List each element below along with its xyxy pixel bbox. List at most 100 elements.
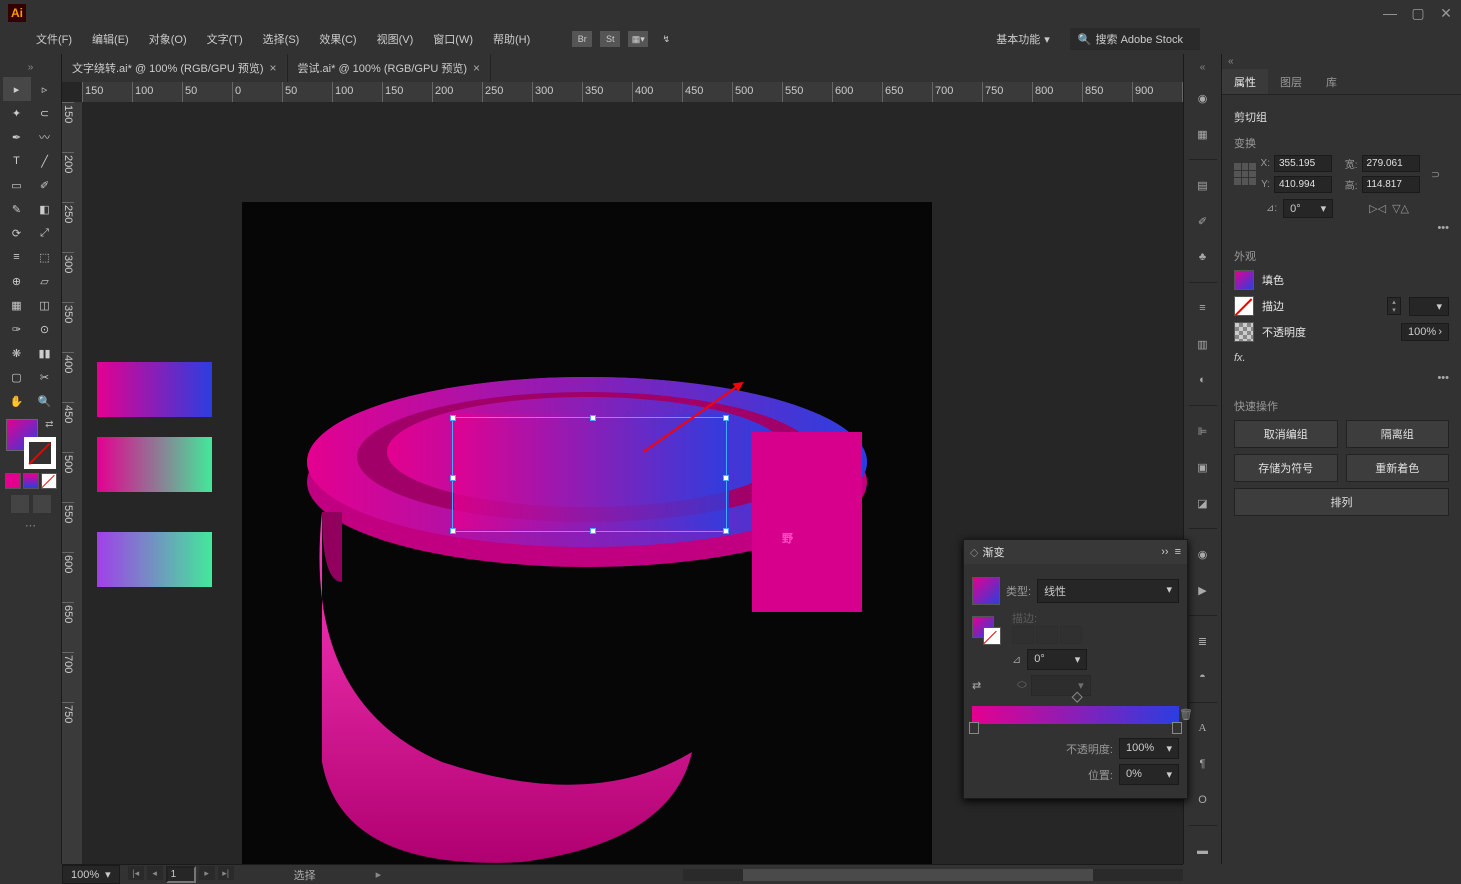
stroke-panel-icon[interactable]: ≡ xyxy=(1192,297,1214,319)
eyedropper-tool[interactable]: ✑ xyxy=(3,317,31,341)
selection-bounds[interactable] xyxy=(452,417,727,532)
document-tab[interactable]: 尝试.ai* @ 100% (RGB/GPU 预览)× xyxy=(288,54,492,82)
width-tool[interactable]: ≡ xyxy=(3,245,31,269)
more-options-icon[interactable]: ••• xyxy=(1234,218,1449,238)
stroke-weight-stepper[interactable]: ▴▾ xyxy=(1387,297,1401,315)
artboard[interactable]: 野 xyxy=(242,202,932,864)
more-options-icon[interactable]: ••• xyxy=(1234,368,1449,388)
close-tab-icon[interactable]: × xyxy=(269,61,276,75)
collapse-panel-icon[interactable]: ›› xyxy=(1161,546,1168,558)
stock-icon[interactable]: St xyxy=(600,31,620,47)
stroke-swatch[interactable] xyxy=(24,437,56,469)
isolate-button[interactable]: 隔离组 xyxy=(1346,420,1450,448)
tab-libraries[interactable]: 库 xyxy=(1314,69,1349,94)
tab-layers[interactable]: 图层 xyxy=(1268,69,1314,94)
menu-file[interactable]: 文件(F) xyxy=(30,28,78,50)
first-artboard-button[interactable]: |◂ xyxy=(128,866,144,880)
height-input[interactable] xyxy=(1362,176,1420,193)
bridge-icon[interactable]: Br xyxy=(572,31,592,47)
maximize-button[interactable]: ▢ xyxy=(1411,6,1425,20)
search-stock-input[interactable]: 🔍搜索 Adobe Stock xyxy=(1070,28,1200,50)
gradient-tool[interactable]: ◫ xyxy=(31,293,59,317)
opacity-input[interactable]: 100%› xyxy=(1401,323,1449,341)
workspace-selector[interactable]: 基本功能▾ xyxy=(984,28,1062,50)
artboard-tool[interactable]: ▢ xyxy=(3,365,31,389)
symbols-panel-icon[interactable]: ♣ xyxy=(1192,246,1214,268)
rectangle-tool[interactable]: ▭ xyxy=(3,173,31,197)
transparency-panel-icon[interactable]: ◐ xyxy=(1192,369,1214,391)
mesh-tool[interactable]: ▦ xyxy=(3,293,31,317)
gradient-type-select[interactable]: 线性▾ xyxy=(1037,579,1179,603)
direct-selection-tool[interactable]: ▹ xyxy=(31,77,59,101)
arrange-docs-icon[interactable]: ▦▾ xyxy=(628,31,648,47)
menu-type[interactable]: 文字(T) xyxy=(201,28,249,50)
zoom-tool[interactable]: 🔍 xyxy=(31,389,59,413)
magic-wand-tool[interactable]: ✦ xyxy=(3,101,31,125)
width-input[interactable] xyxy=(1362,155,1420,172)
screen-mode-normal[interactable] xyxy=(11,495,29,513)
zoom-select[interactable]: 100%▾ xyxy=(62,865,120,884)
appearance-panel-icon[interactable]: ◉ xyxy=(1192,543,1214,565)
fx-button[interactable]: fx. xyxy=(1234,348,1449,368)
anchor-reference[interactable] xyxy=(1234,163,1256,185)
x-input[interactable] xyxy=(1274,155,1332,172)
stop-position-input[interactable]: 0%▾ xyxy=(1119,764,1179,785)
screen-mode-full[interactable] xyxy=(33,495,51,513)
stroke-weight-input[interactable]: ▾ xyxy=(1409,297,1449,316)
flip-h-icon[interactable]: ▷◁ xyxy=(1369,202,1386,215)
menu-edit[interactable]: 编辑(E) xyxy=(86,28,135,50)
gradient-slider[interactable] xyxy=(972,706,1179,724)
color-swatches[interactable]: ⇄ xyxy=(6,419,56,469)
color-panel-icon[interactable]: ◉ xyxy=(1192,87,1214,109)
last-artboard-button[interactable]: ▸| xyxy=(218,866,234,880)
selection-tool[interactable]: ▸ xyxy=(3,77,31,101)
ungroup-button[interactable]: 取消编组 xyxy=(1234,420,1338,448)
swap-colors-icon[interactable]: ⇄ xyxy=(45,419,53,430)
type-tool[interactable]: T xyxy=(3,149,31,173)
perspective-tool[interactable]: ▱ xyxy=(31,269,59,293)
gradient-stop-right[interactable] xyxy=(1172,722,1182,734)
gradient-swatch-2[interactable] xyxy=(97,437,212,492)
glyphs-panel-icon[interactable]: О xyxy=(1192,789,1214,811)
menu-view[interactable]: 视图(V) xyxy=(371,28,420,50)
gradient-panel[interactable]: ◇ 渐变 ›› ≡ 类型: 线性▾ 描边: ⊿ 0°▾ xyxy=(963,539,1188,799)
delete-stop-icon[interactable]: 🗑 xyxy=(1179,708,1193,721)
slice-tool[interactable]: ✂ xyxy=(31,365,59,389)
gradient-swatch-3[interactable] xyxy=(97,532,212,587)
pathfinder-panel-icon[interactable]: ◪ xyxy=(1192,492,1214,514)
link-dims-icon[interactable]: ⊃ xyxy=(1431,168,1449,181)
gpu-icon[interactable]: ↯ xyxy=(656,31,676,47)
gradient-fillstroke-swatch[interactable] xyxy=(972,616,994,638)
graphic-styles-icon[interactable]: ▶ xyxy=(1192,579,1214,601)
shaper-tool[interactable]: ✎ xyxy=(3,197,31,221)
menu-effect[interactable]: 效果(C) xyxy=(313,28,362,50)
type-panel-icon[interactable]: A xyxy=(1192,717,1214,739)
gradient-swatch-1[interactable] xyxy=(97,362,212,417)
flip-v-icon[interactable]: ▽△ xyxy=(1392,202,1409,215)
next-artboard-button[interactable]: ▸ xyxy=(199,866,215,880)
transform-panel-icon[interactable]: ▣ xyxy=(1192,456,1214,478)
layers-panel-icon[interactable]: ≣ xyxy=(1192,630,1214,652)
color-guide-icon[interactable]: ▦ xyxy=(1192,123,1214,145)
brushes-panel-icon[interactable]: ✐ xyxy=(1192,210,1214,232)
none-mode-icon[interactable] xyxy=(41,473,57,489)
symbol-sprayer-tool[interactable]: ❋ xyxy=(3,341,31,365)
fill-color-swatch[interactable] xyxy=(1234,270,1254,290)
panel-menu-icon[interactable]: ≡ xyxy=(1175,546,1181,558)
arrange-button[interactable]: 排列 xyxy=(1234,488,1449,516)
eraser-tool[interactable]: ◧ xyxy=(31,197,59,221)
stop-opacity-input[interactable]: 100%▾ xyxy=(1119,738,1179,759)
save-symbol-button[interactable]: 存储为符号 xyxy=(1234,454,1338,482)
y-input[interactable] xyxy=(1274,176,1332,193)
angle-input[interactable]: 0°▾ xyxy=(1283,199,1333,218)
minimize-button[interactable]: — xyxy=(1383,6,1397,20)
shape-builder-tool[interactable]: ⊕ xyxy=(3,269,31,293)
scale-tool[interactable]: ⤢ xyxy=(31,221,59,245)
menu-object[interactable]: 对象(O) xyxy=(143,28,193,50)
libraries-panel-icon[interactable]: ▬ xyxy=(1192,840,1214,862)
tab-properties[interactable]: 属性 xyxy=(1222,69,1268,94)
rotate-tool[interactable]: ⟳ xyxy=(3,221,31,245)
horizontal-scrollbar[interactable] xyxy=(683,869,1183,881)
asset-export-icon[interactable]: ◓ xyxy=(1192,666,1214,688)
menu-help[interactable]: 帮助(H) xyxy=(487,28,536,50)
